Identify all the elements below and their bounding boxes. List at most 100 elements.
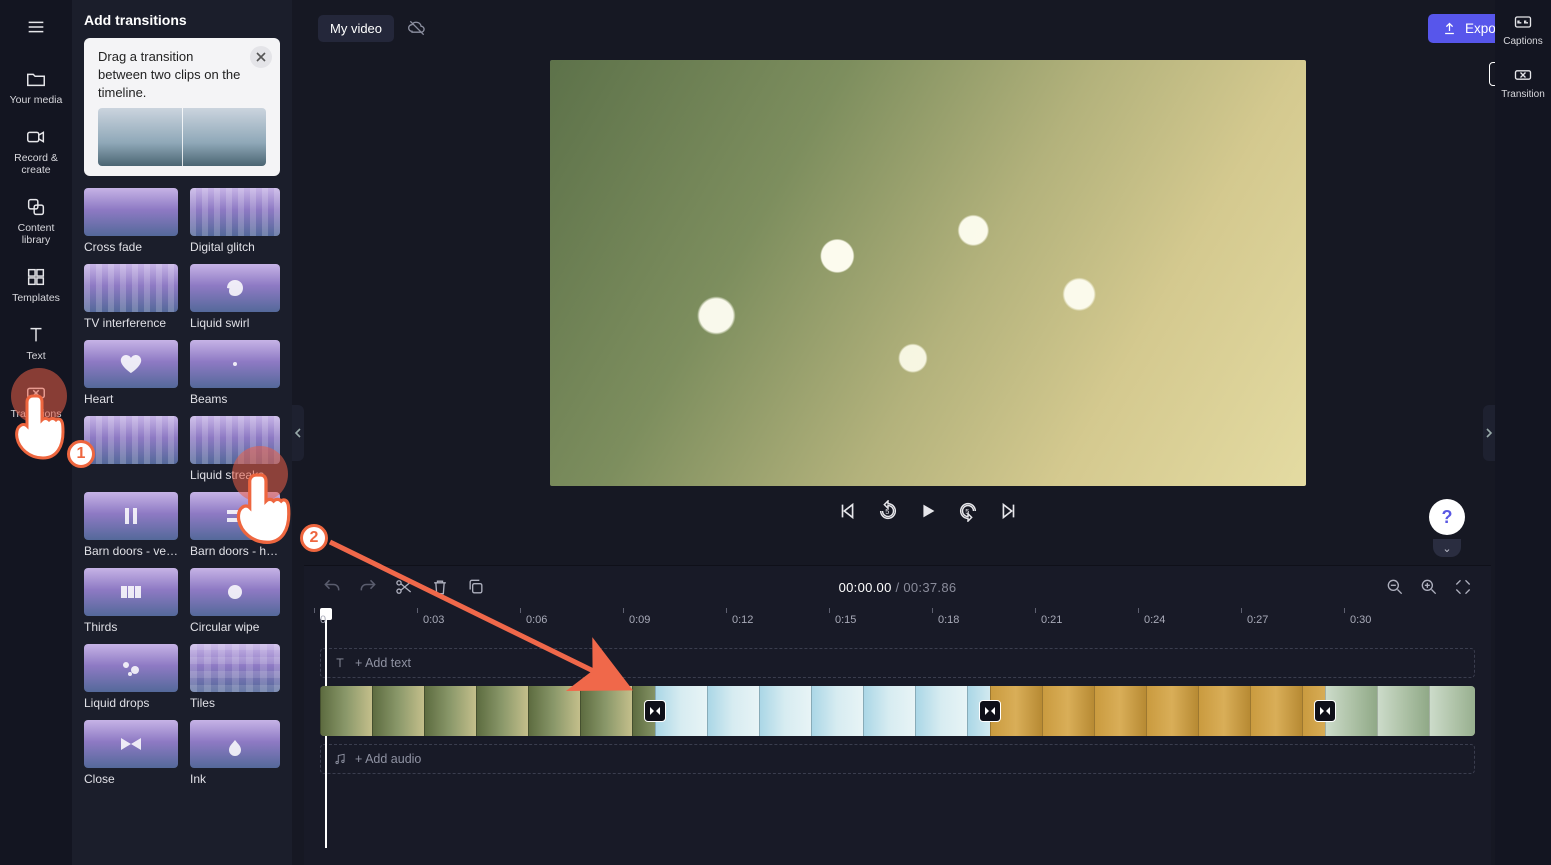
transition-thumb[interactable] bbox=[190, 644, 280, 692]
nav-your-media[interactable]: Your media bbox=[4, 60, 68, 114]
nav-text-label: Text bbox=[26, 350, 45, 362]
transition-thumb[interactable] bbox=[190, 720, 280, 768]
transition-label: Liquid drops bbox=[84, 696, 178, 710]
clip-3[interactable] bbox=[990, 686, 1325, 736]
audio-track[interactable]: + Add audio bbox=[320, 744, 1475, 774]
left-rail: Your media Record & create Content libra… bbox=[0, 0, 72, 865]
transition-thumb[interactable] bbox=[84, 568, 178, 616]
right-panel-collapse-button[interactable] bbox=[1483, 405, 1495, 461]
transition-item[interactable]: Liquid swirl bbox=[190, 264, 280, 330]
transition-thumb[interactable] bbox=[190, 264, 280, 312]
panel-collapse-button[interactable] bbox=[292, 405, 304, 461]
nav-record-create-label: Record & create bbox=[4, 152, 68, 176]
transition-slot-1[interactable] bbox=[644, 700, 666, 722]
transition-grid: Cross fade Digital glitch TV interference L… bbox=[84, 188, 280, 786]
preview-video[interactable] bbox=[550, 60, 1306, 486]
nav-record-create[interactable]: Record & create bbox=[4, 118, 68, 184]
tip-close-button[interactable] bbox=[250, 46, 272, 68]
transition-label: Barn doors - ve… bbox=[84, 544, 178, 558]
forward-5-button[interactable]: 5 bbox=[957, 500, 979, 522]
tutorial-arrow bbox=[324, 536, 644, 709]
ruler-tick: 0:15 bbox=[835, 614, 856, 626]
transition-item[interactable]: Cross fade bbox=[84, 188, 178, 254]
preview-area: 5 5 bbox=[304, 56, 1551, 565]
transition-thumb[interactable] bbox=[190, 568, 280, 616]
transition-item[interactable]: Tiles bbox=[190, 644, 280, 710]
project-title[interactable]: My video bbox=[318, 15, 394, 42]
rnav-captions-label: Captions bbox=[1503, 36, 1542, 47]
transition-slot-3[interactable] bbox=[1314, 700, 1336, 722]
transition-item[interactable]: Beams bbox=[190, 340, 280, 406]
transition-thumb[interactable] bbox=[190, 416, 280, 464]
hamburger-menu[interactable] bbox=[4, 8, 68, 46]
rnav-captions[interactable]: Captions bbox=[1503, 12, 1542, 47]
clip-4[interactable] bbox=[1325, 686, 1475, 736]
transition-item[interactable]: Barn doors - h… bbox=[190, 492, 280, 558]
panel-tip-text: Drag a transition between two clips on t… bbox=[98, 48, 242, 102]
transition-thumb[interactable] bbox=[84, 340, 178, 388]
nav-your-media-label: Your media bbox=[10, 94, 63, 106]
rnav-transition[interactable]: Transition bbox=[1501, 65, 1545, 100]
nav-transitions-label: Transitions bbox=[11, 408, 62, 420]
right-rail: Captions Transition bbox=[1495, 0, 1551, 865]
clip-2[interactable] bbox=[655, 686, 990, 736]
transition-label: Circular wipe bbox=[190, 620, 280, 634]
transition-thumb[interactable] bbox=[84, 416, 178, 464]
transition-thumb[interactable] bbox=[84, 644, 178, 692]
zoom-in-button[interactable] bbox=[1419, 577, 1439, 597]
transition-item[interactable]: Digital glitch bbox=[190, 188, 280, 254]
next-clip-button[interactable] bbox=[997, 500, 1019, 522]
transition-item[interactable]: Liquid streaks bbox=[190, 416, 280, 482]
help-expand-icon[interactable]: ⌄ bbox=[1433, 539, 1461, 557]
transition-item[interactable]: Heart bbox=[84, 340, 178, 406]
cloud-off-icon bbox=[404, 15, 430, 41]
rewind-5-button[interactable]: 5 bbox=[877, 500, 899, 522]
zoom-fit-button[interactable] bbox=[1453, 577, 1473, 597]
nav-transitions[interactable]: Transitions bbox=[4, 374, 68, 428]
transition-thumb[interactable] bbox=[84, 720, 178, 768]
nav-content-library-label: Content library bbox=[4, 222, 68, 246]
stage-header: My video Export bbox=[304, 0, 1551, 56]
help-button[interactable]: ? bbox=[1429, 499, 1465, 535]
play-button[interactable] bbox=[917, 500, 939, 522]
transition-label: Barn doors - h… bbox=[190, 544, 280, 558]
prev-clip-button[interactable] bbox=[837, 500, 859, 522]
transition-thumb[interactable] bbox=[190, 340, 280, 388]
transition-thumb[interactable] bbox=[84, 492, 178, 540]
transition-label: Tiles bbox=[190, 696, 280, 710]
transition-item[interactable]: Thirds bbox=[84, 568, 178, 634]
total-time: 00:37.86 bbox=[903, 580, 956, 595]
svg-text:5: 5 bbox=[965, 507, 969, 516]
transition-item[interactable]: Barn doors - ve… bbox=[84, 492, 178, 558]
transition-thumb[interactable] bbox=[190, 188, 280, 236]
nav-templates-label: Templates bbox=[12, 292, 60, 304]
transition-item[interactable]: Ink bbox=[190, 720, 280, 786]
transition-label: TV interference bbox=[84, 316, 178, 330]
nav-text[interactable]: Text bbox=[4, 316, 68, 370]
timeline-timecode: 00:00.00 / 00:37.86 bbox=[839, 580, 957, 595]
transition-item[interactable]: Liquid drops bbox=[84, 644, 178, 710]
audio-track-label: + Add audio bbox=[355, 752, 421, 766]
transition-thumb[interactable] bbox=[84, 188, 178, 236]
transition-item[interactable] bbox=[84, 416, 178, 482]
transition-item[interactable]: Close bbox=[84, 720, 178, 786]
ruler-tick: 0:30 bbox=[1350, 614, 1371, 626]
transition-item[interactable]: TV interference bbox=[84, 264, 178, 330]
transition-thumb[interactable] bbox=[84, 264, 178, 312]
nav-templates[interactable]: Templates bbox=[4, 258, 68, 312]
transitions-panel: Add transitions Drag a transition betwee… bbox=[72, 0, 292, 865]
transition-label: Close bbox=[84, 772, 178, 786]
transition-item[interactable]: Circular wipe bbox=[190, 568, 280, 634]
panel-tip: Drag a transition between two clips on t… bbox=[84, 38, 280, 176]
ruler-tick: 0:12 bbox=[732, 614, 753, 626]
transition-label: Digital glitch bbox=[190, 240, 280, 254]
nav-content-library[interactable]: Content library bbox=[4, 188, 68, 254]
zoom-out-button[interactable] bbox=[1385, 577, 1405, 597]
ruler-tick: 0:24 bbox=[1144, 614, 1165, 626]
transition-label: Beams bbox=[190, 392, 280, 406]
transition-thumb[interactable] bbox=[190, 492, 280, 540]
transition-label: Cross fade bbox=[84, 240, 178, 254]
transition-slot-2[interactable] bbox=[979, 700, 1001, 722]
svg-text:5: 5 bbox=[885, 507, 889, 516]
rnav-transition-label: Transition bbox=[1501, 89, 1545, 100]
